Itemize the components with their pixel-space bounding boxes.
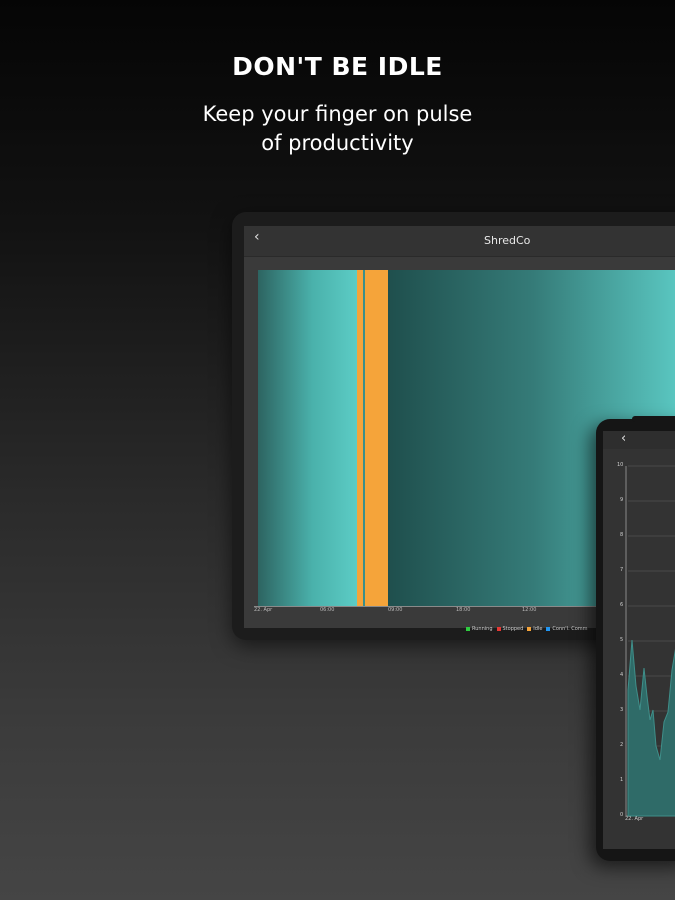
phone-app-bar: ‹ — [603, 431, 675, 449]
x-tick-label: 09:00 — [388, 607, 403, 613]
y-tick-label: 1 — [620, 777, 624, 783]
y-tick-label: 7 — [620, 567, 624, 573]
phone-x-start-label: 22. Apr — [625, 816, 644, 822]
y-tick-label: 6 — [620, 602, 624, 608]
back-chevron-icon[interactable]: ‹ — [254, 229, 260, 245]
running-segment-2 — [363, 270, 365, 606]
x-tick-label: 12:00 — [522, 607, 537, 613]
y-tick-label: 5 — [620, 637, 624, 643]
y-tick-label: 10 — [617, 462, 624, 468]
x-tick-label: 06:00 — [320, 607, 335, 613]
x-tick-label: 22. Apr — [254, 607, 273, 613]
legend-item-conn-comm[interactable]: Conn'l. Comm — [546, 626, 588, 632]
x-tick-label: 18:00 — [456, 607, 471, 613]
legend-swatch — [546, 627, 551, 631]
legend-swatch — [527, 627, 532, 631]
legend-label: Stopped — [502, 626, 524, 632]
legend-item-running[interactable]: Running — [466, 626, 493, 632]
legend-item-idle[interactable]: Idle — [527, 626, 542, 632]
phone-camera-notch — [632, 416, 675, 422]
legend-label: Conn'l. Comm — [552, 626, 588, 632]
y-tick-label: 2 — [620, 742, 624, 748]
subtitle: Keep your finger on pulse of productivit… — [0, 100, 675, 158]
y-tick-label: 9 — [620, 497, 624, 503]
chart-legend: Running Stopped Idle Conn'l. Comm — [466, 626, 588, 632]
y-tick-label: 8 — [620, 532, 624, 538]
legend-label: Idle — [533, 626, 543, 632]
y-tick-label: 4 — [620, 672, 624, 678]
legend-swatch — [466, 627, 470, 631]
idle-segment-2 — [365, 270, 388, 606]
y-tick-label: 3 — [620, 707, 624, 713]
legend-swatch — [496, 627, 501, 631]
legend-label: Running — [472, 626, 493, 632]
tablet-app-bar: ‹ ShredCo — [244, 226, 675, 257]
idle-segment-1 — [357, 270, 363, 606]
subtitle-line-2: of productivity — [261, 131, 414, 155]
area-series — [627, 639, 675, 817]
app-title: ShredCo — [484, 234, 531, 247]
legend-item-stopped[interactable]: Stopped — [496, 626, 524, 632]
back-chevron-icon[interactable]: ‹ — [621, 431, 626, 446]
y-tick-label: 0 — [620, 812, 624, 818]
running-segment-1 — [258, 270, 357, 606]
subtitle-line-1: Keep your finger on pulse — [202, 102, 473, 126]
headline: DON'T BE IDLE — [232, 52, 443, 81]
